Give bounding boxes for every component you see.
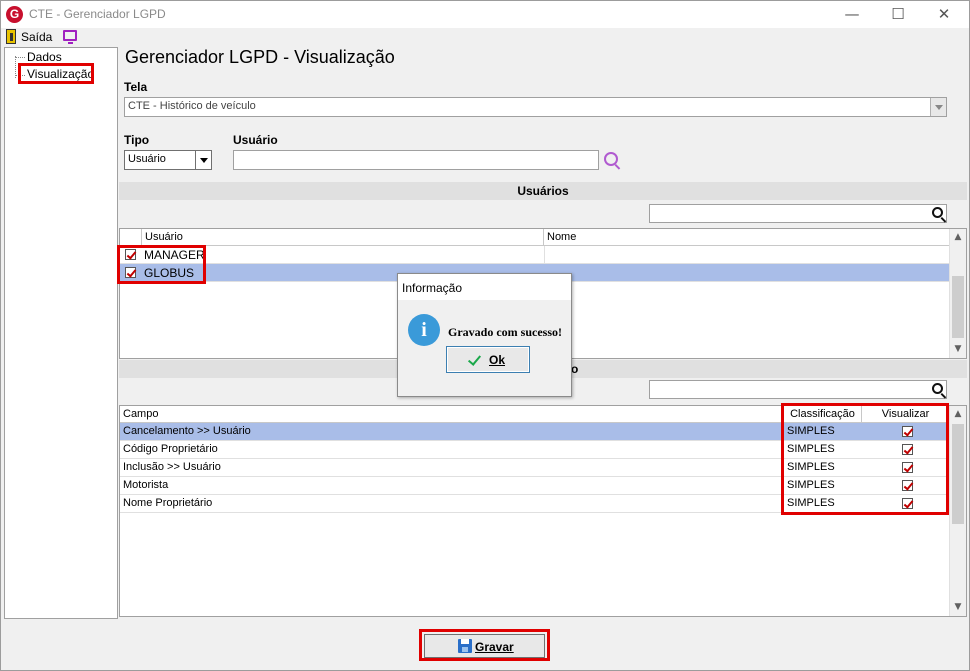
window-title: CTE - Gerenciador LGPD xyxy=(29,7,166,21)
dialog-title: Informação xyxy=(398,274,571,300)
minimize-button[interactable]: — xyxy=(829,1,875,28)
users-section-header: Usuários xyxy=(119,182,967,200)
scroll-up-icon[interactable]: ▲ xyxy=(950,406,966,423)
checkmark-icon xyxy=(467,352,482,366)
tela-select-value: CTE - Histórico de veículo xyxy=(128,100,256,112)
search-icon[interactable] xyxy=(604,152,618,166)
app-window: G CTE - Gerenciador LGPD — ☐ ✕ Saída Dad… xyxy=(0,0,970,671)
ok-button-label: Ok xyxy=(489,353,506,367)
menu-bar: Saída xyxy=(1,28,969,46)
highlight-box-sidebar xyxy=(18,63,94,84)
dialog-message: Gravado com sucesso! xyxy=(448,325,562,339)
search-icon[interactable] xyxy=(932,383,943,394)
fields-grid-header-campo[interactable]: Campo xyxy=(120,406,784,423)
field-campo-cell: Nome Proprietário xyxy=(123,497,213,509)
field-campo-cell: Código Proprietário xyxy=(123,443,218,455)
title-bar: G CTE - Gerenciador LGPD — ☐ ✕ xyxy=(1,1,969,28)
scroll-thumb[interactable] xyxy=(952,276,964,338)
fields-search-input[interactable] xyxy=(649,380,947,399)
menu-exit[interactable]: Saída xyxy=(21,30,52,44)
tipo-select-value: Usuário xyxy=(128,153,166,165)
monitor-icon[interactable] xyxy=(63,30,77,44)
field-campo-cell: Cancelamento >> Usuário xyxy=(123,425,251,437)
users-grid-header-check xyxy=(120,229,142,246)
close-button[interactable]: ✕ xyxy=(921,1,967,28)
maximize-button[interactable]: ☐ xyxy=(875,1,921,28)
close-icon: ✕ xyxy=(937,5,951,23)
tela-select[interactable]: CTE - Histórico de veículo xyxy=(124,97,947,117)
chevron-down-icon[interactable] xyxy=(930,98,946,116)
scroll-thumb[interactable] xyxy=(952,424,964,524)
fields-grid-scrollbar[interactable]: ▲ ▼ xyxy=(949,406,966,616)
page-title: Gerenciador LGPD - Visualização xyxy=(125,47,395,67)
scroll-up-icon[interactable]: ▲ xyxy=(950,229,966,246)
field-campo-cell: Motorista xyxy=(123,479,169,491)
highlight-box-users xyxy=(117,245,206,284)
scroll-down-icon[interactable]: ▼ xyxy=(950,599,966,616)
tipo-label: Tipo xyxy=(124,133,150,147)
info-icon: i xyxy=(408,314,440,346)
tree-connector xyxy=(15,57,25,58)
maximize-icon: ☐ xyxy=(891,5,905,23)
table-row[interactable]: MANAGER xyxy=(120,246,950,264)
minimize-icon: — xyxy=(844,5,860,23)
sidebar-tree: Dados Visualização xyxy=(4,47,118,619)
highlight-box-save xyxy=(419,629,550,661)
usuario-input[interactable] xyxy=(233,150,599,170)
users-grid-header-nome[interactable]: Nome xyxy=(544,229,950,246)
tela-label: Tela xyxy=(124,80,148,94)
fields-section-title: o xyxy=(571,362,579,376)
tipo-select[interactable]: Usuário xyxy=(124,150,212,170)
field-campo-cell: Inclusão >> Usuário xyxy=(123,461,221,473)
info-dialog: Informação i Gravado com sucesso! Ok xyxy=(397,273,572,397)
app-logo-icon: G xyxy=(6,6,23,23)
users-grid-header-usuario[interactable]: Usuário xyxy=(142,229,544,246)
users-search-input[interactable] xyxy=(649,204,947,223)
highlight-box-fields xyxy=(781,403,949,515)
scroll-down-icon[interactable]: ▼ xyxy=(950,341,966,358)
chevron-down-icon[interactable] xyxy=(195,151,211,169)
users-grid-scrollbar[interactable]: ▲ ▼ xyxy=(949,229,966,358)
ok-button[interactable]: Ok xyxy=(446,346,530,373)
sidebar-item-dados[interactable]: Dados xyxy=(27,50,62,64)
usuario-label: Usuário xyxy=(233,133,278,147)
user-nome-cell xyxy=(544,246,545,264)
exit-door-icon[interactable] xyxy=(6,29,16,44)
search-icon[interactable] xyxy=(932,207,943,218)
